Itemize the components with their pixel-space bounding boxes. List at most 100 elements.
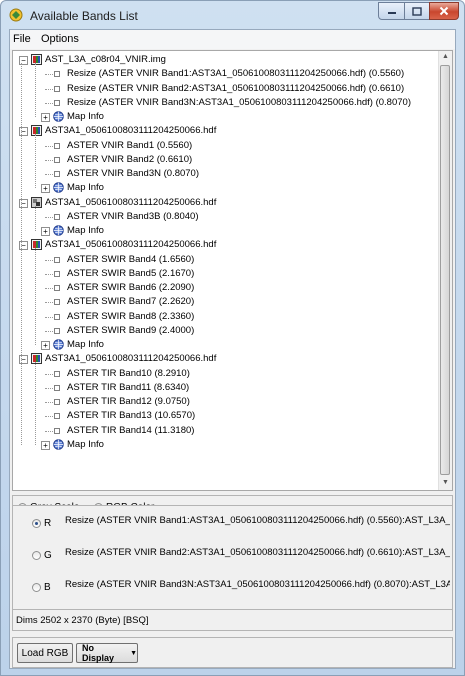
expand-icon[interactable]: +: [41, 184, 50, 194]
band-icon: [54, 285, 60, 291]
expand-icon[interactable]: +: [41, 341, 50, 350]
tree-band-item[interactable]: ASTER TIR Band14 (11.3180): [13, 424, 438, 438]
minimize-icon: [387, 12, 396, 14]
tree-band-item[interactable]: ASTER VNIR Band3B (0.8040): [13, 210, 438, 224]
tree-connector: [45, 74, 53, 76]
tree-node-label: AST_L3A_c08r04_VNIR.img: [45, 54, 166, 65]
band-label: ASTER TIR Band14 (11.3180): [67, 424, 195, 436]
scroll-thumb[interactable]: [440, 65, 450, 475]
band-label: ASTER SWIR Band7 (2.2620): [67, 296, 195, 308]
window-title: Available Bands List: [30, 9, 138, 23]
band-icon: [54, 99, 60, 106]
tree-band-item[interactable]: Resize (ASTER VNIR Band2:AST3A1_05061008…: [13, 82, 438, 96]
band-label: ASTER VNIR Band3B (0.8040): [67, 210, 199, 222]
expand-icon[interactable]: +: [41, 440, 50, 450]
tree-node-label: AST3A1_0506100803111204250066.hdf: [45, 196, 217, 208]
tree-map-info[interactable]: + Map Info: [13, 338, 438, 352]
tree-band-item[interactable]: ASTER SWIR Band4 (1.6560): [13, 253, 438, 267]
tree-band-item[interactable]: ASTER SWIR Band9 (2.4000): [13, 324, 438, 338]
band-icon: [54, 213, 60, 220]
tree-node-file[interactable]: − AST3A1_0506100803111204250066.hdf: [13, 124, 438, 138]
display-dropdown[interactable]: No Display ▼: [76, 643, 138, 663]
tree-guide-line: [35, 248, 36, 345]
close-icon: [439, 6, 449, 16]
load-rgb-button[interactable]: Load RGB: [17, 643, 73, 663]
expand-icon[interactable]: +: [41, 227, 50, 236]
band-label: ASTER SWIR Band9 (2.4000): [67, 324, 195, 336]
menu-file[interactable]: File: [13, 33, 31, 45]
globe-icon: [53, 111, 64, 122]
band-icon: [54, 71, 60, 78]
tree-band-item[interactable]: ASTER TIR Band11 (8.6340): [13, 381, 438, 395]
channel-r-band: Resize (ASTER VNIR Band1:AST3A1_05061008…: [65, 515, 450, 526]
tree-band-item[interactable]: ASTER VNIR Band1 (0.5560): [13, 139, 438, 153]
band-icon: [54, 427, 60, 434]
tree-map-info[interactable]: + Map Info: [13, 181, 438, 195]
dims-box: Dims 2502 x 2370 (Byte) [BSQ]: [12, 609, 453, 631]
tree-band-item[interactable]: ASTER VNIR Band2 (0.6610): [13, 153, 438, 167]
tree-node-label: AST3A1_0506100803111204250066.hdf: [45, 353, 217, 365]
menu-options[interactable]: Options: [41, 33, 79, 45]
tree-node-file[interactable]: − AST3A1_0506100803111204250066.hdf: [13, 352, 438, 366]
title-bar[interactable]: Available Bands List: [1, 1, 464, 29]
minimize-button[interactable]: [378, 2, 405, 20]
scroll-down-icon[interactable]: ▼: [442, 479, 449, 486]
channel-b-band: Resize (ASTER VNIR Band3N:AST3A1_0506100…: [65, 579, 450, 590]
tree-node-file[interactable]: − AST3A1_0506100803111204250066.hdf: [13, 238, 438, 252]
tree-connector: [45, 159, 53, 161]
tree-map-info[interactable]: + Map Info: [13, 438, 438, 452]
menu-bar: File Options: [10, 30, 455, 49]
tree-band-item[interactable]: ASTER VNIR Band3N (0.8070): [13, 167, 438, 181]
band-icon: [54, 171, 60, 177]
dims-text: Dims 2502 x 2370 (Byte) [BSQ]: [16, 615, 149, 626]
app-icon: [9, 8, 23, 22]
globe-icon: [53, 438, 64, 450]
tree-connector: [45, 259, 53, 261]
band-icon: [54, 256, 60, 263]
close-button[interactable]: [429, 2, 459, 20]
band-icon: [54, 399, 60, 405]
tree-band-item[interactable]: ASTER SWIR Band5 (2.1670): [13, 267, 438, 281]
tree-band-item[interactable]: ASTER TIR Band13 (10.6570): [13, 409, 438, 423]
band-label: ASTER SWIR Band8 (2.3360): [67, 310, 195, 322]
maximize-button[interactable]: [404, 2, 430, 20]
band-icon: [54, 270, 60, 277]
vertical-scrollbar[interactable]: ▲ ▼: [438, 51, 452, 490]
band-label: ASTER TIR Band12 (9.0750): [67, 396, 190, 407]
tree-map-info[interactable]: + Map Info: [13, 110, 438, 124]
tree-node-root[interactable]: − AST_L3A_c08r04_VNIR.img: [13, 53, 438, 67]
tree-connector: [45, 316, 53, 318]
band-tree[interactable]: − AST_L3A_c08r04_VNIR.img Resize (ASTER VN…: [12, 50, 453, 491]
tree-band-item[interactable]: ASTER SWIR Band7 (2.2620): [13, 295, 438, 309]
maximize-icon: [412, 6, 422, 16]
grayscale-file-icon: [31, 196, 42, 208]
tree-band-item[interactable]: Resize (ASTER VNIR Band3N:AST3A1_0506100…: [13, 96, 438, 110]
band-icon: [54, 299, 60, 306]
band-icon: [54, 413, 60, 420]
raster-file-icon: [31, 54, 42, 65]
band-label: ASTER VNIR Band1 (0.5560): [67, 139, 193, 151]
band-label: Resize (ASTER VNIR Band3N:AST3A1_0506100…: [67, 96, 411, 108]
band-icon: [54, 156, 60, 163]
scroll-up-icon[interactable]: ▲: [442, 53, 449, 60]
channel-g-radio[interactable]: [32, 551, 41, 560]
button-bar: Load RGB No Display ▼: [12, 637, 453, 668]
tree-connector: [45, 373, 53, 375]
tree-map-info[interactable]: + Map Info: [13, 224, 438, 238]
tree-band-item[interactable]: ASTER SWIR Band6 (2.2090): [13, 281, 438, 295]
channel-r-radio[interactable]: [32, 519, 41, 528]
band-icon: [54, 327, 60, 334]
tree-connector: [45, 430, 53, 432]
tree-band-item[interactable]: ASTER TIR Band10 (8.2910): [13, 367, 438, 381]
tree-connector: [45, 102, 53, 104]
band-icon: [54, 142, 60, 149]
tree-band-item[interactable]: ASTER SWIR Band8 (2.3360): [13, 310, 438, 324]
tree-band-item[interactable]: ASTER TIR Band12 (9.0750): [13, 395, 438, 409]
channel-b-label: B: [44, 582, 51, 593]
tree-band-item[interactable]: Resize (ASTER VNIR Band1:AST3A1_05061008…: [13, 67, 438, 81]
band-label: ASTER VNIR Band3N (0.8070): [67, 168, 200, 179]
tree-node-file[interactable]: − AST3A1_0506100803111204250066.hdf: [13, 196, 438, 210]
expand-icon[interactable]: +: [41, 113, 50, 122]
channel-b-radio[interactable]: [32, 583, 41, 592]
band-icon: [54, 313, 60, 320]
